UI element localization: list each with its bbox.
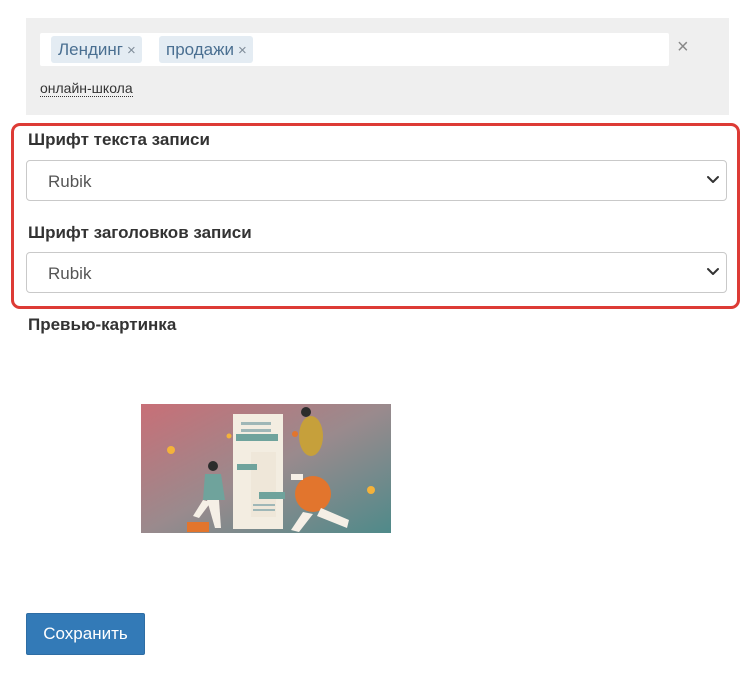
body-font-select[interactable]: Rubik [26,160,727,201]
heading-font-label: Шрифт заголовков записи [28,223,252,242]
tag-label: Лендинг [58,40,124,59]
heading-font-value: Rubik [48,264,92,283]
clear-tags-icon[interactable]: × [677,37,689,57]
remove-tag-icon[interactable]: × [238,42,247,59]
chevron-down-icon [707,176,719,183]
body-font-value: Rubik [48,172,92,191]
body-font-label: Шрифт текста записи [28,130,210,149]
preview-label: Превью-картинка [28,315,177,334]
tag-chip: Лендинг × [51,36,142,63]
tags-panel: Лендинг × продажи × × онлайн-школа [26,18,729,115]
save-button[interactable]: Сохранить [26,613,145,655]
tag-suggestion-link[interactable]: онлайн-школа [40,80,133,97]
tags-input[interactable]: Лендинг × продажи × [40,33,669,66]
chevron-down-icon [707,268,719,275]
heading-font-select[interactable]: Rubik [26,252,727,293]
tag-chip: продажи × [159,36,253,63]
preview-image[interactable] [141,404,391,533]
remove-tag-icon[interactable]: × [127,42,136,59]
tag-label: продажи [166,40,234,59]
